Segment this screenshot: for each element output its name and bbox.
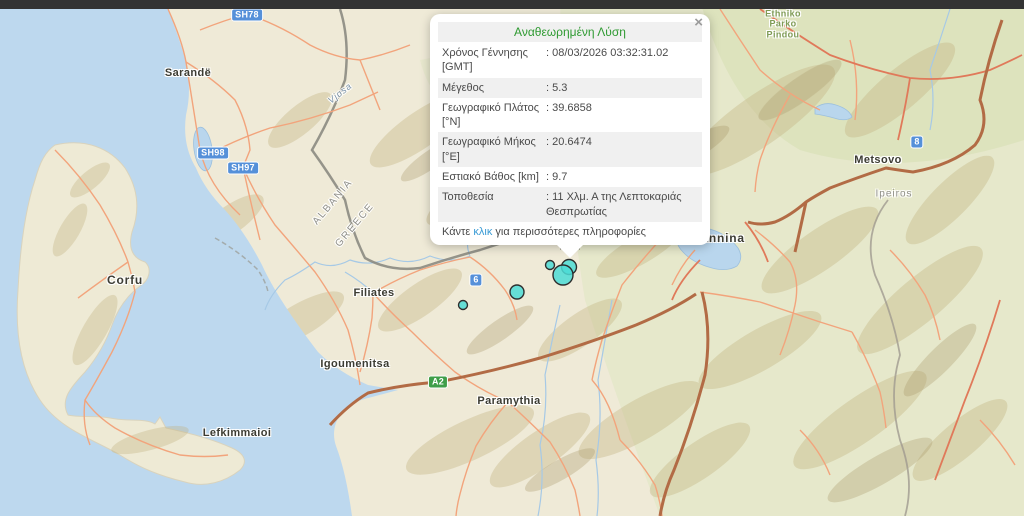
label-filiates: Filiates — [353, 287, 394, 299]
more-info-link[interactable]: κλικ — [473, 226, 492, 238]
road-badge-a2: A2 — [428, 376, 448, 389]
row-magnitude: Μέγεθος : 5.3 — [438, 78, 702, 98]
popup-footer: Κάντε κλικ για περισσότερες πληροφορίες — [438, 222, 702, 240]
row-longitude: Γεωγραφικό Μήκος [°E] : 20.6474 — [438, 132, 702, 167]
label-corfu: Corfu — [107, 273, 143, 287]
event-circle[interactable] — [510, 285, 524, 299]
event-circle[interactable] — [553, 265, 573, 285]
row-value: : 5.3 — [546, 81, 698, 95]
event-circle[interactable] — [546, 261, 555, 270]
row-value: : 9.7 — [546, 170, 698, 184]
row-location: Τοποθεσία : 11 Χλμ. Α της Λεπτοκαριάς Θε… — [438, 187, 702, 222]
row-value: : 11 Χλμ. Α της Λεπτοκαριάς Θεσπρωτίας — [546, 190, 698, 219]
row-label: Γεωγραφικό Μήκος [°E] — [442, 135, 546, 164]
label-ethniko-parko-pindou: Ethniko Parko Pindou — [756, 8, 810, 39]
row-value: : 39.6858 — [546, 101, 698, 130]
row-label: Μέγεθος — [442, 81, 546, 95]
row-label: Γεωγραφικό Πλάτος [°N] — [442, 101, 546, 130]
road-badge-sh98: SH98 — [197, 147, 229, 160]
label-ipeiros: Ipeiros — [875, 189, 912, 200]
row-value: : 20.6474 — [546, 135, 698, 164]
close-icon[interactable]: × — [694, 15, 703, 31]
row-latitude: Γεωγραφικό Πλάτος [°N] : 39.6858 — [438, 98, 702, 133]
row-label: Εστιακό Βάθος [km] — [442, 170, 546, 184]
row-label: Χρόνος Γέννησης [GMT] — [442, 46, 546, 75]
map-viewport[interactable]: Sarandë Corfu Filiates Igoumenitsa Lefki… — [0, 0, 1024, 516]
label-paramythia: Paramythia — [477, 395, 540, 407]
row-origin-time: Χρόνος Γέννησης [GMT] : 08/03/2026 03:32… — [438, 43, 702, 78]
event-circle[interactable] — [459, 301, 468, 310]
footer-prefix: Κάντε — [442, 226, 473, 238]
footer-suffix: για περισσότερες πληροφορίες — [492, 226, 646, 238]
earthquake-info-popup: × Αναθεωρημένη Λύση Χρόνος Γέννησης [GMT… — [430, 14, 710, 245]
window-top-edge — [0, 0, 1024, 9]
row-label: Τοποθεσία — [442, 190, 546, 219]
road-badge-sh78: SH78 — [231, 9, 263, 22]
islet — [105, 441, 110, 445]
road-badge-sh97: SH97 — [227, 162, 259, 175]
label-igoumenitsa: Igoumenitsa — [320, 358, 389, 370]
label-metsovo: Metsovo — [854, 154, 901, 166]
label-sarande: Sarandë — [165, 67, 211, 79]
road-badge-6: 6 — [469, 274, 482, 287]
road-badge-8: 8 — [910, 136, 923, 149]
label-lefkimmaioi: Lefkimmaioi — [203, 427, 272, 439]
popup-title: Αναθεωρημένη Λύση — [438, 22, 702, 42]
row-value: : 08/03/2026 03:32:31.02 — [546, 46, 698, 75]
row-focal-depth: Εστιακό Βάθος [km] : 9.7 — [438, 167, 702, 187]
